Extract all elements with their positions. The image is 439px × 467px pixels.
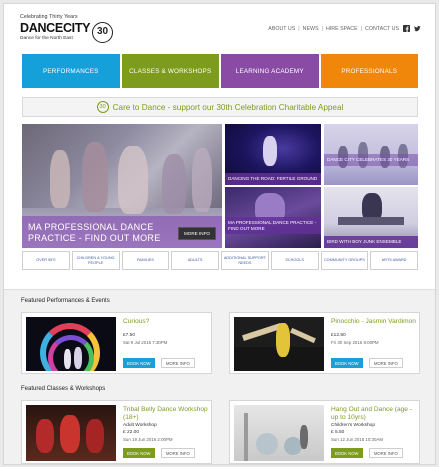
tile-caption: BIRD WITH BOY JUNK ENSEMBLE xyxy=(324,236,418,248)
top-nav: ABOUT US | NEWS | HIRE SPACE | CONTACT U… xyxy=(268,25,421,32)
divider: | xyxy=(360,25,363,32)
dancer-figure xyxy=(86,419,104,453)
category-schools[interactable]: SCHOOLS xyxy=(270,251,319,270)
book-now-button[interactable]: BOOK NOW xyxy=(123,448,155,458)
twitter-icon[interactable] xyxy=(414,25,421,32)
child-figure xyxy=(300,425,308,449)
event-price: £12.50 xyxy=(331,333,346,338)
hero-tile-celebrates-30-years[interactable]: DANCE CITY CELEBRATES 30 YEARS xyxy=(324,124,418,185)
event-title[interactable]: Curious? xyxy=(123,318,209,326)
top-nav-contact[interactable]: CONTACT US xyxy=(365,26,399,32)
featured-performances-heading: Featured Performances & Events xyxy=(21,298,110,304)
more-info-button[interactable]: MORE INFO xyxy=(161,358,195,368)
category-community-groups[interactable]: COMMUNITY GROUPS xyxy=(320,251,369,270)
page: Celebrating Thirty Years DANCECITY Dance… xyxy=(3,3,436,465)
class-price: £ 22.00 xyxy=(123,430,140,435)
hero-tile-ma-professional[interactable]: MA PROFESSIONAL DANCE PRACTICE - FIND OU… xyxy=(225,187,321,248)
class-type: Children's Workshop xyxy=(331,423,376,428)
logo-subtitle: Dance for the North East xyxy=(20,36,73,41)
main-nav: PERFORMANCES CLASSES & WORKSHOPS LEARNIN… xyxy=(22,54,418,88)
class-thumbnail xyxy=(234,405,324,461)
hero-tile-bird-with-boy[interactable]: BIRD WITH BOY JUNK ENSEMBLE xyxy=(324,187,418,248)
class-date: Sun 12 Jun 2016 10:30AM xyxy=(331,437,383,442)
category-families[interactable]: FAMILIES xyxy=(121,251,170,270)
logo-tagline: Celebrating Thirty Years xyxy=(20,14,78,20)
thirty-badge-icon: 30 xyxy=(92,22,113,43)
dancer-figure xyxy=(263,136,277,166)
tile-caption: DANCING THE ROAD: FERTILE GROUND xyxy=(225,173,321,185)
class-type: Adult Workshop xyxy=(123,423,157,428)
hero-main-line-1: MA PROFESSIONAL DANCE xyxy=(28,222,154,232)
event-thumbnail xyxy=(234,317,324,371)
more-info-button[interactable]: MORE INFO xyxy=(369,358,403,368)
divider: | xyxy=(321,25,323,32)
book-now-button[interactable]: BOOK NOW xyxy=(123,358,155,368)
event-date: Sat 9 Jul 2016 7:30PM xyxy=(123,340,168,345)
dancer-figure xyxy=(82,142,108,212)
hero-more-info-button[interactable]: MORE INFO xyxy=(177,227,216,240)
audience-categories: OVER 55'S CHILDREN & YOUNG PEOPLE FAMILI… xyxy=(22,251,418,270)
class-price: £ 5.50 xyxy=(331,430,345,435)
event-title[interactable]: Pinocchio - Jasmin Vardimon xyxy=(331,318,417,326)
performer-figure xyxy=(64,349,71,369)
nav-performances[interactable]: PERFORMANCES xyxy=(22,54,120,88)
event-thumbnail xyxy=(26,317,116,371)
nav-learning-academy[interactable]: LEARNING ACADEMY xyxy=(221,54,319,88)
performer-figure xyxy=(276,323,290,357)
dancer-figure xyxy=(162,154,186,214)
top-nav-news[interactable]: NEWS xyxy=(303,26,319,32)
event-date: Fri 30 Sep 2016 8:00PM xyxy=(331,340,379,345)
hero-grid: MA PROFESSIONAL DANCE PRACTICE - FIND OU… xyxy=(22,124,418,248)
event-card-curious: Curious? £7.50 Sat 9 Jul 2016 7:30PM BOO… xyxy=(21,312,212,374)
more-info-button[interactable]: MORE INFO xyxy=(161,448,195,458)
hero-main-line-2: PRACTICE - FIND OUT MORE xyxy=(28,233,161,243)
featured-section: Featured Performances & Events Curious? … xyxy=(4,289,435,464)
performer-figure xyxy=(74,347,82,369)
class-card-tribal-belly-dance: Tribal Belly Dance Workshop (18+) Adult … xyxy=(21,400,212,464)
category-adults[interactable]: ADULTS xyxy=(171,251,219,270)
dancer-figure xyxy=(118,146,148,214)
category-children-young-people[interactable]: CHILDREN & YOUNG PEOPLE xyxy=(71,251,120,270)
class-card-hang-out-and-dance: Hang Out and Dance (age - up to 10yrs) C… xyxy=(229,400,420,464)
tile-caption: DANCE CITY CELEBRATES 30 YEARS xyxy=(324,154,418,166)
tile-caption: MA PROFESSIONAL DANCE PRACTICE - FIND OU… xyxy=(225,217,321,235)
facebook-icon[interactable] xyxy=(403,25,410,32)
nav-professionals[interactable]: PROFESSIONALS xyxy=(320,54,418,88)
dancer-figure xyxy=(36,419,54,453)
divider: | xyxy=(298,25,300,32)
site-header: Celebrating Thirty Years DANCECITY Dance… xyxy=(4,4,435,50)
dancer-figure xyxy=(50,150,70,208)
dancer-figure xyxy=(192,148,212,212)
top-nav-hire-space[interactable]: HIRE SPACE xyxy=(326,26,358,32)
book-now-button[interactable]: BOOK NOW xyxy=(331,358,363,368)
featured-classes-heading: Featured Classes & Workshops xyxy=(21,386,106,392)
top-nav-about[interactable]: ABOUT US xyxy=(268,26,295,32)
nav-classes-workshops[interactable]: CLASSES & WORKSHOPS xyxy=(121,54,219,88)
class-date: Sun 19 Jun 2016 2:00PM xyxy=(123,437,173,442)
pillar xyxy=(244,413,248,461)
class-thumbnail xyxy=(26,405,116,461)
class-title[interactable]: Hang Out and Dance (age - up to 10yrs) xyxy=(331,406,417,421)
event-price: £7.50 xyxy=(123,333,136,338)
category-over-55s[interactable]: OVER 55'S xyxy=(22,251,70,270)
thirty-badge-icon: 30 xyxy=(96,101,109,113)
category-arts-award[interactable]: ARTS AWARD xyxy=(370,251,418,270)
hero-main-slide[interactable]: MA PROFESSIONAL DANCE PRACTICE - FIND OU… xyxy=(22,124,222,248)
charitable-appeal-banner[interactable]: 30 Care to Dance - support our 30th Cele… xyxy=(22,97,418,117)
book-now-button[interactable]: BOOK NOW xyxy=(331,448,363,458)
logo-brand: DANCECITY xyxy=(20,21,91,35)
more-info-button[interactable]: MORE INFO xyxy=(369,448,403,458)
class-title[interactable]: Tribal Belly Dance Workshop (18+) xyxy=(123,406,209,421)
appeal-text: Care to Dance - support our 30th Celebra… xyxy=(112,102,344,112)
dancer-figure xyxy=(60,415,80,453)
site-logo[interactable]: Celebrating Thirty Years DANCECITY Dance… xyxy=(20,14,113,43)
category-additional-support-needs[interactable]: ADDITIONAL SUPPORT NEEDS xyxy=(221,251,269,270)
event-card-pinocchio: Pinocchio - Jasmin Vardimon £12.50 Fri 3… xyxy=(229,312,420,374)
exercise-ball xyxy=(256,433,278,455)
table-prop xyxy=(338,217,404,225)
hero-tile-dancing-the-road[interactable]: DANCING THE ROAD: FERTILE GROUND xyxy=(225,124,321,185)
